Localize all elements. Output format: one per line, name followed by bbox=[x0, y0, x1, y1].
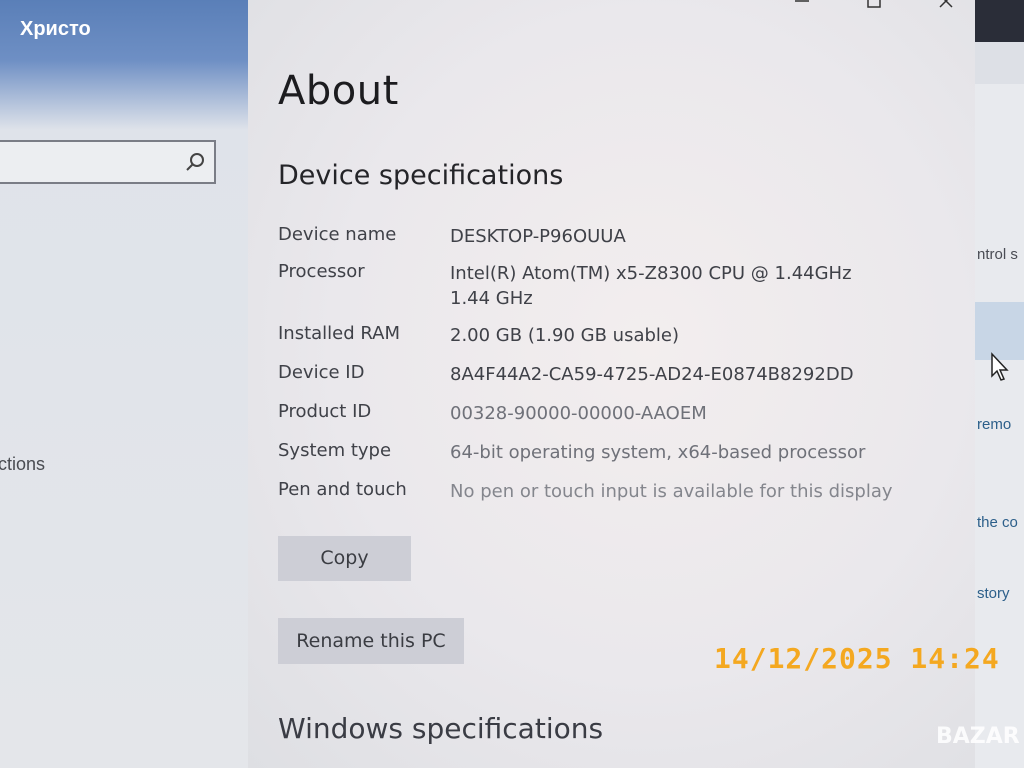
background-window-toolbar bbox=[975, 42, 1024, 84]
window-controls bbox=[793, 0, 955, 10]
maximize-button[interactable] bbox=[865, 0, 883, 10]
related-setting-link[interactable]: the co bbox=[977, 514, 1018, 531]
spec-value: No pen or touch input is available for t… bbox=[450, 481, 893, 502]
related-setting-link[interactable]: story bbox=[977, 585, 1010, 602]
device-spec-table: Device name DESKTOP-P96OUUA Processor In… bbox=[278, 224, 948, 518]
minimize-icon bbox=[795, 0, 809, 2]
spec-row-system-type: System type 64-bit operating system, x64… bbox=[278, 440, 948, 465]
copy-button[interactable]: Copy bbox=[278, 536, 411, 581]
spec-value: Intel(R) Atom(TM) x5-Z8300 CPU @ 1.44GHz… bbox=[450, 263, 852, 309]
spec-label: Product ID bbox=[278, 401, 372, 422]
spec-row-device-name: Device name DESKTOP-P96OUUA bbox=[278, 224, 948, 249]
spec-value: 00328-90000-00000-AAOEM bbox=[450, 403, 707, 424]
spec-value: 2.00 GB (1.90 GB usable) bbox=[450, 325, 679, 346]
spec-row-device-id: Device ID 8A4F44A2-CA59-4725-AD24-E0874B… bbox=[278, 362, 948, 387]
spec-value: 64-bit operating system, x64-based proce… bbox=[450, 442, 866, 463]
close-icon bbox=[939, 0, 953, 8]
spec-row-pen-and-touch: Pen and touch No pen or touch input is a… bbox=[278, 479, 948, 504]
maximize-icon bbox=[867, 0, 881, 8]
spec-label: Pen and touch bbox=[278, 479, 407, 500]
spec-label: Installed RAM bbox=[278, 323, 401, 344]
watermark-logo: BAZAR bbox=[936, 724, 1020, 749]
sidebar-item-partial[interactable]: ctions bbox=[0, 454, 45, 475]
minimize-button[interactable] bbox=[793, 0, 811, 10]
mouse-cursor-icon bbox=[991, 352, 1009, 381]
spec-label: System type bbox=[278, 440, 392, 461]
windows-specifications-heading: Windows specifications bbox=[278, 712, 604, 745]
spec-label: Device name bbox=[278, 224, 397, 245]
spec-row-installed-ram: Installed RAM 2.00 GB (1.90 GB usable) bbox=[278, 323, 948, 348]
close-button[interactable] bbox=[937, 0, 955, 10]
page-title: About bbox=[278, 68, 399, 114]
search-input[interactable] bbox=[0, 140, 216, 184]
related-setting-link[interactable]: remo bbox=[977, 416, 1011, 433]
spec-row-product-id: Product ID 00328-90000-00000-AAOEM bbox=[278, 401, 948, 426]
spec-value: 8A4F44A2-CA59-4725-AD24-E0874B8292DD bbox=[450, 364, 854, 385]
photo-timestamp: 14/12/2025 14:24 bbox=[714, 642, 1000, 675]
spec-label: Device ID bbox=[278, 362, 365, 383]
spec-value: DESKTOP-P96OUUA bbox=[450, 226, 626, 247]
search-icon bbox=[186, 153, 204, 171]
spec-label: Processor bbox=[278, 261, 365, 282]
spec-row-processor: Processor Intel(R) Atom(TM) x5-Z8300 CPU… bbox=[278, 261, 948, 311]
user-name: Христо bbox=[20, 18, 91, 40]
rename-pc-button[interactable]: Rename this PC bbox=[278, 618, 464, 664]
settings-nav-pane: Христо ctions bbox=[0, 0, 248, 768]
background-window-titlebar bbox=[975, 0, 1024, 42]
related-setting-link[interactable]: ntrol s bbox=[977, 246, 1018, 263]
device-specifications-heading: Device specifications bbox=[278, 160, 564, 191]
